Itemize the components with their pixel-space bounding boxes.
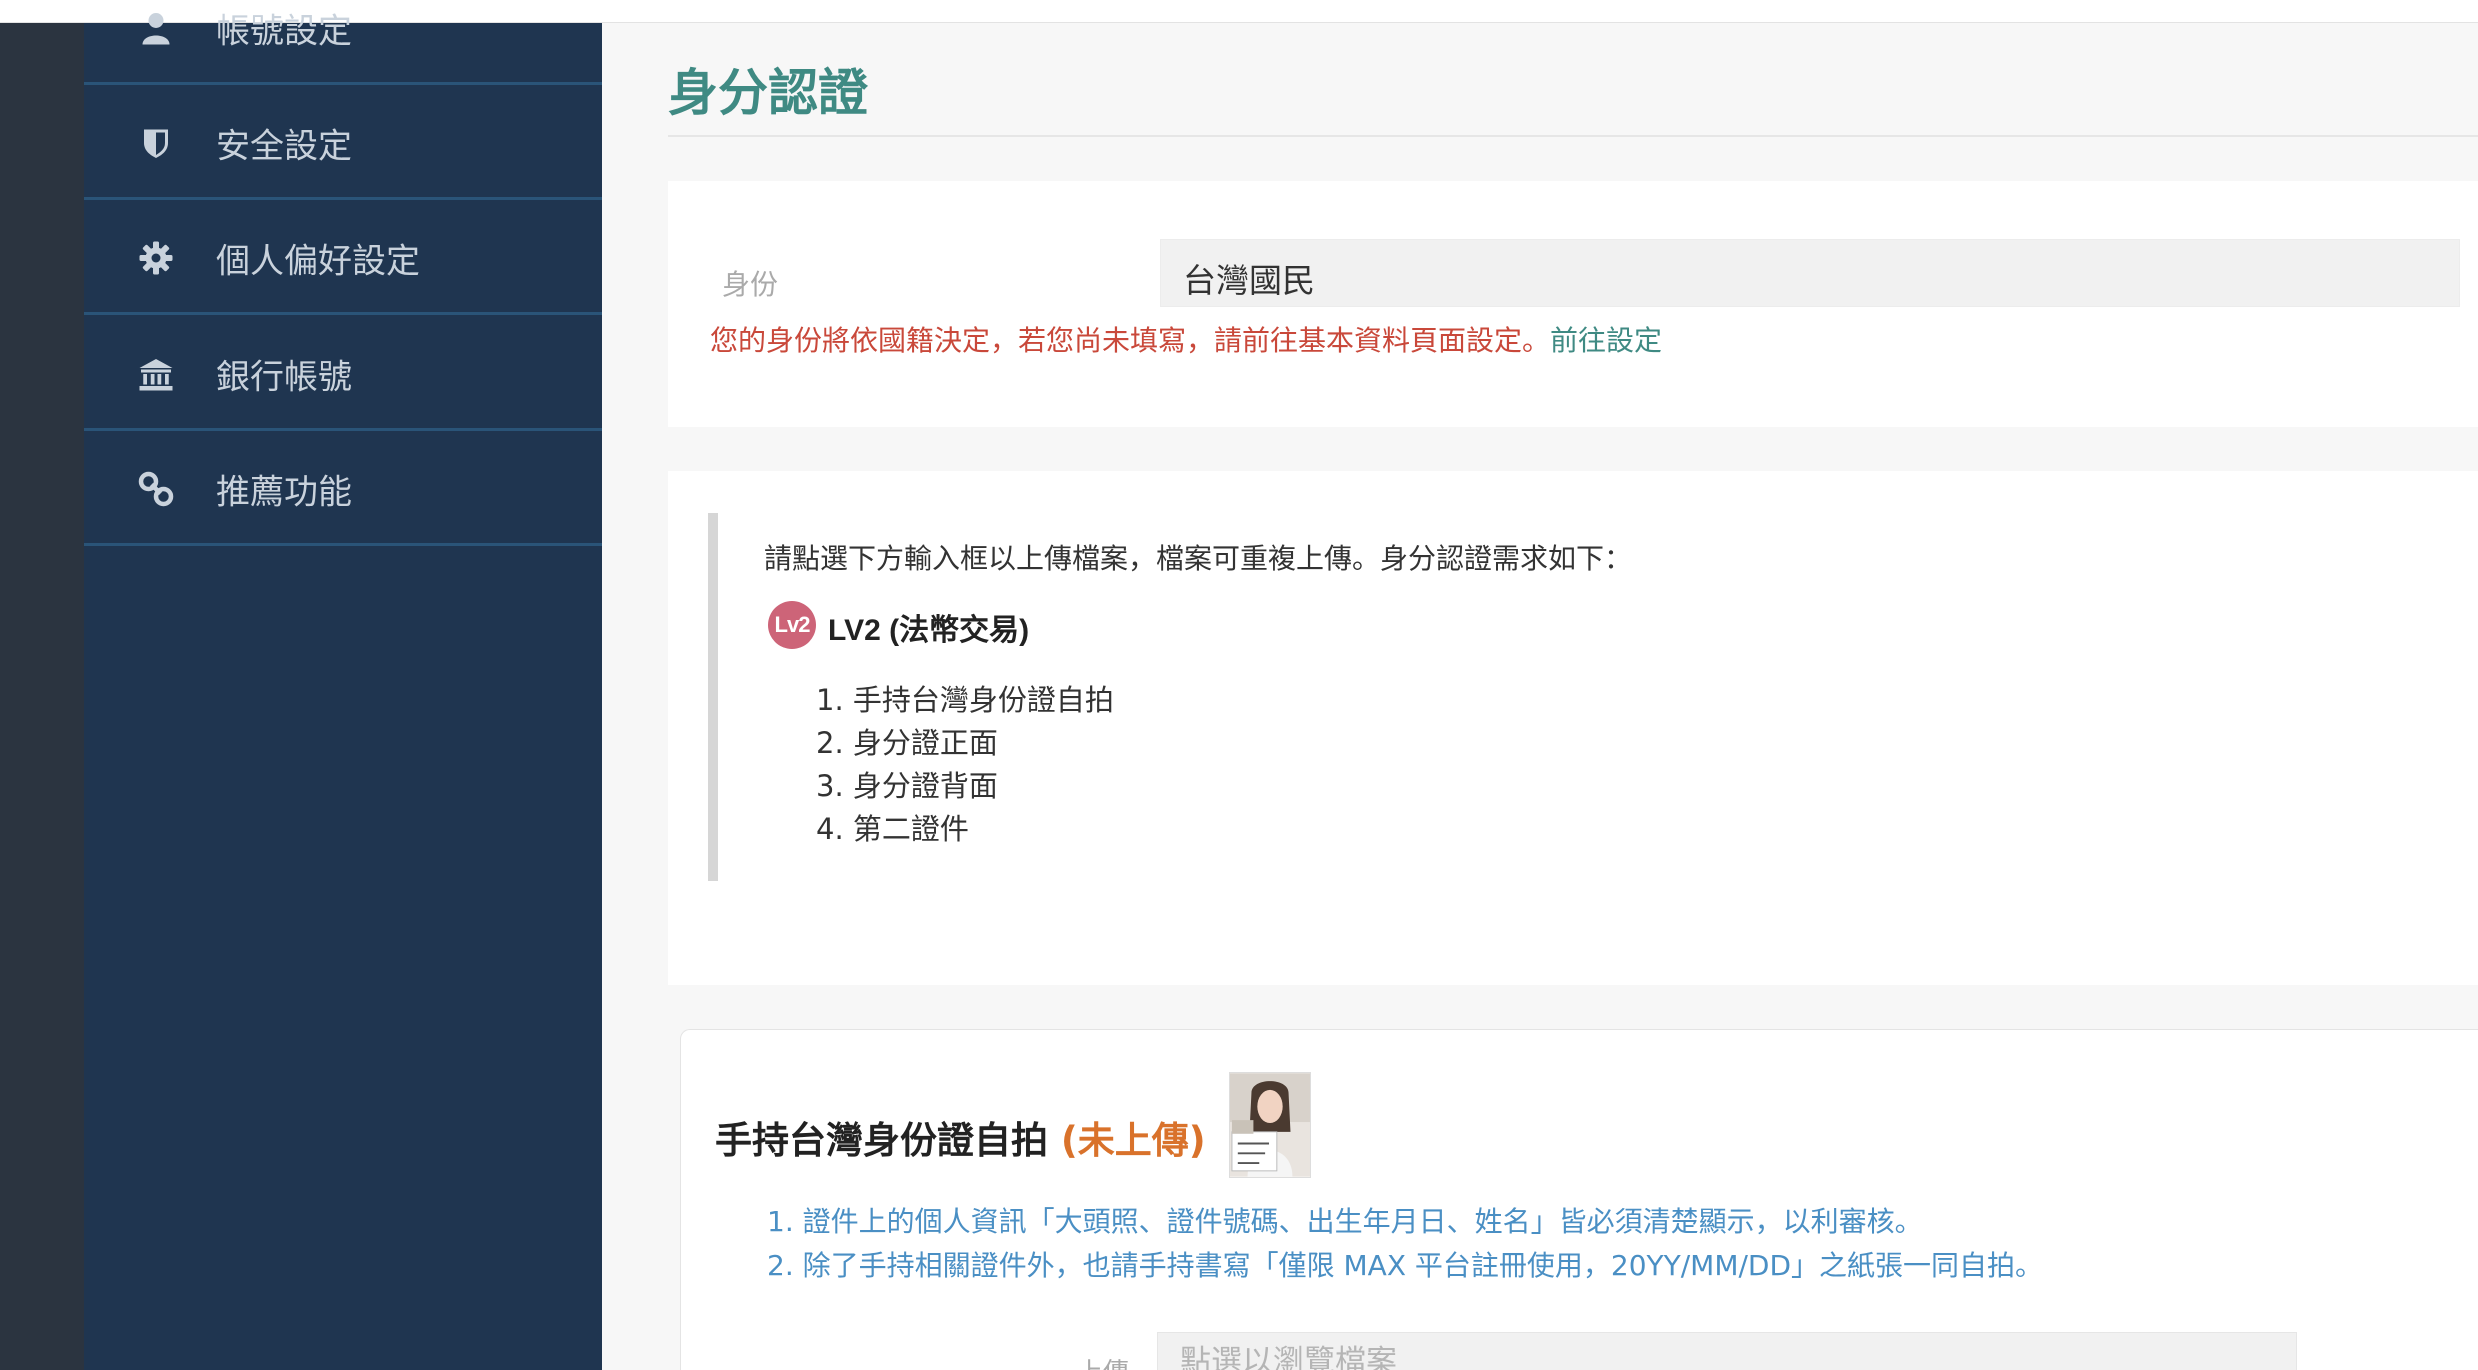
list-item: 4. 第二證件: [816, 812, 969, 846]
list-item: 2. 除了手持相關證件外，也請手持書寫「僅限 MAX 平台註冊使用，20YY/M…: [767, 1249, 2044, 1282]
upload-field-label: 上傳: [1077, 1352, 1129, 1370]
shield-icon: [144, 129, 168, 158]
sidebar-item-account[interactable]: 帳號設定: [84, 0, 602, 85]
upload-notes: 1. 證件上的個人資訊「大頭照、證件號碼、出生年月日、姓名」皆必須清楚顯示，以利…: [767, 1200, 2043, 1288]
identity-field: 台灣國民: [1160, 239, 2460, 307]
requirements-list: 1. 手持台灣身份證自拍 2. 身分證正面 3. 身分證背面 4. 第二證件: [816, 679, 1114, 851]
upload-status: (未上傳): [1060, 1119, 1206, 1162]
list-item: 3. 身分證背面: [816, 769, 998, 803]
left-rail: [0, 23, 84, 1370]
page-title: 身分認證: [668, 64, 868, 122]
quote-bar: [708, 513, 718, 881]
sidebar-item-preferences[interactable]: 個人偏好設定: [84, 203, 602, 315]
requirements-intro: 請點選下方輸入框以上傳檔案，檔案可重複上傳。身分認證需求如下：: [764, 542, 1633, 575]
list-item: 1. 證件上的個人資訊「大頭照、證件號碼、出生年月日、姓名」皆必須清楚顯示，以利…: [767, 1205, 1923, 1238]
upload-title-text: 手持台灣身份證自拍: [715, 1119, 1048, 1162]
sidebar-item-bank[interactable]: 銀行帳號: [84, 319, 602, 431]
sidebar-item-label: 安全設定: [216, 126, 352, 166]
sample-selfie-image: [1229, 1072, 1311, 1178]
sidebar-item-label: 帳號設定: [216, 11, 352, 51]
gear-icon: [139, 241, 173, 274]
identity-value: 台灣國民: [1183, 261, 1315, 300]
title-divider: [668, 135, 2478, 137]
lv2-badge-icon: Lv2: [768, 601, 816, 649]
file-upload-input[interactable]: [1157, 1332, 2297, 1370]
identity-hint-text: 您的身份將依國籍決定，若您尚未填寫，請前往基本資料頁面設定。: [710, 324, 1551, 357]
level-title: LV2 (法幣交易): [828, 614, 1030, 647]
list-item: 1. 手持台灣身份證自拍: [816, 683, 1114, 717]
sidebar: 帳號設定 安全設定 個人偏好設定 銀行帳號 推薦功能: [84, 11, 602, 1370]
sidebar-item-label: 推薦功能: [216, 472, 352, 512]
upload-title: 手持台灣身份證自拍 (未上傳): [715, 1110, 1206, 1164]
requirements-card: 請點選下方輸入框以上傳檔案，檔案可重複上傳。身分認證需求如下： Lv2 LV2 …: [668, 471, 2478, 985]
user-icon: [142, 12, 170, 44]
link-icon: [138, 471, 174, 506]
identity-hint: 您的身份將依國籍決定，若您尚未填寫，請前往基本資料頁面設定。前往設定: [710, 319, 1662, 359]
sidebar-item-security[interactable]: 安全設定: [84, 88, 602, 200]
selfie-upload-card: 手持台灣身份證自拍 (未上傳) 1. 證件上的個人資訊「大頭照、證件號碼、出生年…: [680, 1029, 2478, 1370]
go-settings-link[interactable]: 前往設定: [1550, 324, 1662, 357]
sidebar-item-label: 個人偏好設定: [216, 241, 420, 281]
main-content: 身分認證 身份 台灣國民 您的身份將依國籍決定，若您尚未填寫，請前往基本資料頁面…: [602, 23, 2478, 1370]
identity-label: 身份: [722, 268, 779, 301]
sidebar-item-referral[interactable]: 推薦功能: [84, 434, 602, 546]
list-item: 2. 身分證正面: [816, 726, 998, 760]
identity-card: 身份 台灣國民 您的身份將依國籍決定，若您尚未填寫，請前往基本資料頁面設定。前往…: [668, 181, 2478, 427]
bank-icon: [139, 358, 173, 390]
sidebar-item-label: 銀行帳號: [216, 357, 352, 397]
